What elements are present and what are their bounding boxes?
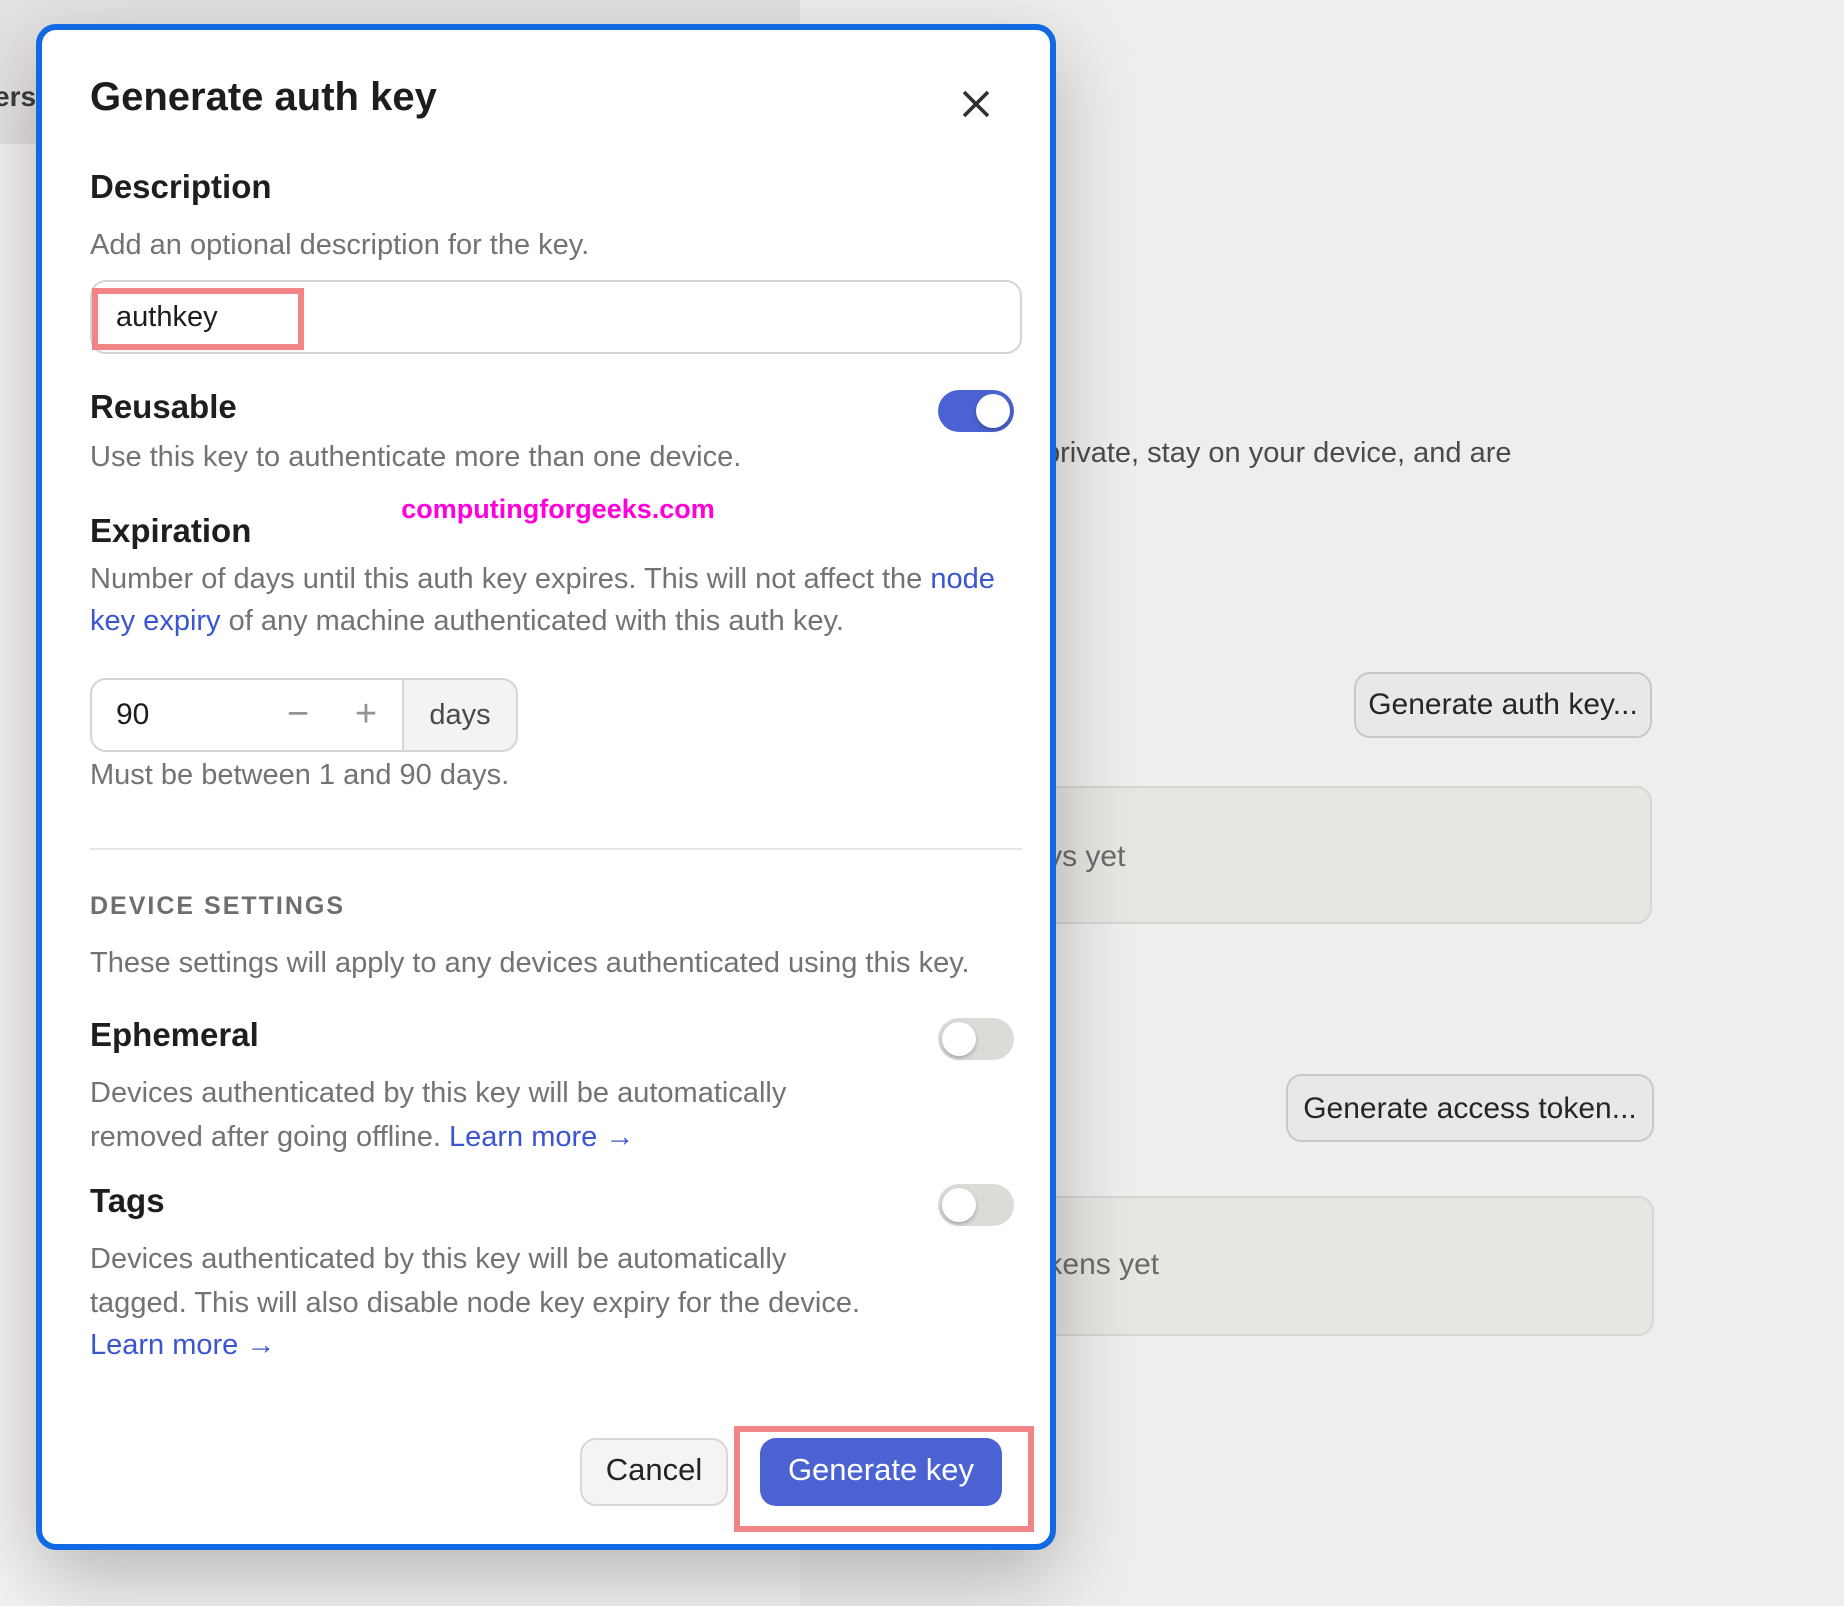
ephemeral-helper-line1: Devices authenticated by this key will b… [90, 1078, 786, 1110]
toggle-knob [942, 1022, 976, 1056]
reusable-toggle[interactable] [938, 390, 1014, 432]
device-settings-heading: DEVICE SETTINGS [90, 892, 345, 920]
section-divider [90, 848, 1022, 850]
tags-label: Tags [90, 1184, 165, 1222]
reusable-label: Reusable [90, 390, 237, 428]
watermark-text: computingforgeeks.com [278, 494, 838, 524]
tags-helper-line2: tagged. This will also disable node key … [90, 1287, 860, 1319]
description-label: Description [90, 170, 272, 208]
expiration-helper-line2: key expiry of any machine authenticated … [90, 606, 844, 638]
tags-toggle[interactable] [938, 1184, 1014, 1226]
expiration-days-field: − + [90, 678, 404, 752]
description-input[interactable] [90, 280, 1022, 354]
tags-helper-line1: Devices authenticated by this key will b… [90, 1244, 786, 1276]
toggle-knob [976, 394, 1010, 428]
generate-auth-key-dialog: Generate auth key Description Add an opt… [36, 24, 1056, 1550]
expiration-days-input[interactable] [92, 680, 272, 750]
generate-auth-key-page-button[interactable]: Generate auth key... [1354, 672, 1652, 738]
close-button[interactable] [950, 78, 1002, 130]
tags-helper: Devices authenticated by this key will b… [90, 1240, 860, 1369]
expiration-label: Expiration [90, 514, 251, 552]
dialog-title: Generate auth key [90, 76, 437, 122]
ephemeral-label: Ephemeral [90, 1018, 259, 1056]
node-key-expiry-link[interactable]: node [930, 564, 995, 596]
cancel-button[interactable]: Cancel [580, 1438, 728, 1506]
expiration-helper-text: Number of days until this auth key expir… [90, 564, 930, 596]
expiration-helper-text2: of any machine authenticated with this a… [221, 606, 844, 638]
ephemeral-helper-line2: removed after going offline. [90, 1121, 449, 1153]
keys-page-description-fragment: private, stay on your device, and are [1044, 438, 1512, 470]
ephemeral-learn-more-link[interactable]: Learn more → [449, 1121, 634, 1153]
description-helper: Add an optional description for the key. [90, 230, 589, 262]
expiration-days-control: − + days [90, 678, 518, 752]
ephemeral-helper: Devices authenticated by this key will b… [90, 1074, 786, 1160]
device-settings-helper: These settings will apply to any devices… [90, 948, 970, 980]
generate-key-button[interactable]: Generate key [760, 1438, 1002, 1506]
close-icon [960, 88, 992, 120]
screen: ers private, stay on your device, and ar… [0, 0, 1844, 1606]
ephemeral-toggle[interactable] [938, 1018, 1014, 1060]
node-key-expiry-link-continued[interactable]: key expiry [90, 606, 221, 638]
nav-text-fragment: ers [0, 80, 36, 112]
tags-learn-more-link[interactable]: Learn more → [90, 1330, 275, 1362]
reusable-helper: Use this key to authenticate more than o… [90, 442, 741, 474]
decrement-button[interactable]: − [272, 680, 324, 750]
expiration-constraint: Must be between 1 and 90 days. [90, 760, 509, 792]
toggle-knob [942, 1188, 976, 1222]
increment-button[interactable]: + [340, 680, 392, 750]
expiration-helper-line1: Number of days until this auth key expir… [90, 564, 995, 596]
generate-access-token-button[interactable]: Generate access token... [1286, 1074, 1654, 1142]
days-unit-label: days [404, 678, 518, 752]
